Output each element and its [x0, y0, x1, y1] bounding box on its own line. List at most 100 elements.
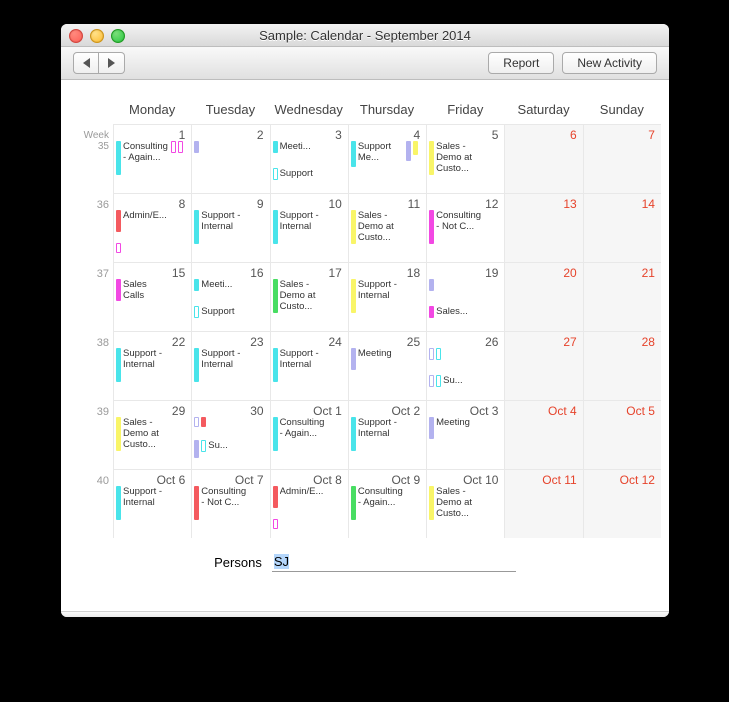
day-cell[interactable]: 18Support - Internal — [348, 262, 426, 331]
calendar-event[interactable]: Consulting - Again... — [351, 486, 404, 520]
calendar-event[interactable] — [406, 141, 411, 161]
day-cell[interactable]: 20 — [504, 262, 582, 331]
day-cell[interactable]: 8Admin/E... — [113, 193, 191, 262]
day-cell[interactable]: 29Sales - Demo at Custo... — [113, 400, 191, 469]
calendar-event[interactable]: Consulting - Not C... — [429, 210, 482, 244]
day-cell[interactable]: 22Support - Internal — [113, 331, 191, 400]
day-cell[interactable]: 19Sales... — [426, 262, 504, 331]
calendar-event[interactable] — [194, 440, 199, 458]
calendar-event[interactable]: Support - Internal — [273, 348, 326, 382]
calendar-event[interactable]: Support - Internal — [351, 417, 404, 451]
calendar-event[interactable] — [429, 375, 434, 387]
next-button[interactable] — [99, 52, 125, 74]
calendar-event[interactable]: Consulting - Not C... — [194, 486, 247, 520]
report-button[interactable]: Report — [488, 52, 554, 74]
calendar-event[interactable]: Support - Internal — [116, 348, 169, 382]
day-cell[interactable]: 26Su... — [426, 331, 504, 400]
calendar-event[interactable]: Meeti... — [194, 279, 232, 291]
calendar-event[interactable]: Sales... — [429, 306, 468, 318]
calendar-event[interactable]: Consulting - Again... — [116, 141, 169, 175]
day-cell[interactable]: Oct 2Support - Internal — [348, 400, 426, 469]
day-cell[interactable]: 27 — [504, 331, 582, 400]
event-color-bar — [406, 141, 411, 161]
calendar-event[interactable] — [273, 519, 278, 529]
day-cell[interactable]: 2 — [191, 124, 269, 193]
calendar-event[interactable]: Support Me... — [351, 141, 404, 167]
calendar-event[interactable] — [194, 141, 199, 153]
day-cell[interactable]: 6 — [504, 124, 582, 193]
day-cell[interactable]: Oct 5 — [583, 400, 661, 469]
calendar-event[interactable]: Meeting — [351, 348, 392, 370]
day-cell[interactable]: 12Consulting - Not C... — [426, 193, 504, 262]
event-color-bar — [413, 141, 418, 155]
prev-button[interactable] — [73, 52, 99, 74]
day-cell[interactable]: Oct 7Consulting - Not C... — [191, 469, 269, 538]
event-color-bar — [273, 519, 278, 529]
day-cell[interactable]: 17Sales - Demo at Custo... — [270, 262, 348, 331]
day-cell[interactable]: Oct 6Support - Internal — [113, 469, 191, 538]
calendar-event[interactable] — [178, 141, 183, 153]
day-cell[interactable]: 16Meeti...Support — [191, 262, 269, 331]
calendar-event[interactable]: Meeti... — [273, 141, 311, 153]
calendar-event[interactable]: Consulting - Again... — [273, 417, 326, 451]
calendar-event[interactable]: Admin/E... — [273, 486, 324, 508]
calendar-event[interactable]: Meeting — [429, 417, 470, 439]
calendar-event[interactable]: Su... — [436, 375, 463, 387]
calendar-event[interactable]: Sales - Demo at Custo... — [273, 279, 326, 313]
calendar-event[interactable]: Sales - Demo at Custo... — [429, 141, 482, 175]
day-cell[interactable]: 30Su... — [191, 400, 269, 469]
calendar-event[interactable]: Support — [273, 168, 313, 180]
day-cell[interactable]: 28 — [583, 331, 661, 400]
calendar-event[interactable] — [116, 243, 121, 253]
calendar-event[interactable]: Sales - Demo at Custo... — [351, 210, 404, 244]
close-icon[interactable] — [69, 29, 83, 43]
day-cell[interactable]: Oct 1Consulting - Again... — [270, 400, 348, 469]
day-cell[interactable]: 7 — [583, 124, 661, 193]
day-cell[interactable]: 13 — [504, 193, 582, 262]
day-cell[interactable]: 10Support - Internal — [270, 193, 348, 262]
day-cell[interactable]: 21 — [583, 262, 661, 331]
day-cell[interactable]: 14 — [583, 193, 661, 262]
event-label: Consulting - Not C... — [436, 210, 482, 232]
calendar-event[interactable]: Sales - Demo at Custo... — [116, 417, 169, 451]
calendar-event[interactable] — [429, 279, 434, 291]
window-resize-grip[interactable] — [61, 611, 669, 617]
day-cell[interactable]: 24Support - Internal — [270, 331, 348, 400]
new-activity-button[interactable]: New Activity — [562, 52, 657, 74]
day-cell[interactable]: 9Support - Internal — [191, 193, 269, 262]
calendar-event[interactable] — [171, 141, 176, 153]
calendar-event[interactable]: Support - Internal — [194, 210, 247, 244]
day-cell[interactable]: 11Sales - Demo at Custo... — [348, 193, 426, 262]
day-cell[interactable]: 25Meeting — [348, 331, 426, 400]
day-cell[interactable]: Oct 8Admin/E... — [270, 469, 348, 538]
calendar-event[interactable] — [413, 141, 418, 155]
persons-input[interactable] — [272, 552, 516, 572]
calendar-event[interactable] — [436, 348, 441, 360]
day-cell[interactable]: 23Support - Internal — [191, 331, 269, 400]
calendar-event[interactable]: Su... — [201, 440, 228, 452]
day-cell[interactable]: 1Consulting - Again... — [113, 124, 191, 193]
day-cell[interactable]: Oct 11 — [504, 469, 582, 538]
day-cell[interactable]: Oct 12 — [583, 469, 661, 538]
calendar-event[interactable]: Support - Internal — [273, 210, 326, 244]
calendar-event[interactable]: Sales - Demo at Custo... — [429, 486, 482, 520]
zoom-icon[interactable] — [111, 29, 125, 43]
calendar-event[interactable] — [201, 417, 206, 427]
calendar-event[interactable] — [429, 348, 434, 360]
calendar-event[interactable] — [194, 417, 199, 427]
calendar-event[interactable]: Support - Internal — [194, 348, 247, 382]
day-cell[interactable]: Oct 9Consulting - Again... — [348, 469, 426, 538]
day-cell[interactable]: 5Sales - Demo at Custo... — [426, 124, 504, 193]
day-cell[interactable]: 15Sales Calls — [113, 262, 191, 331]
day-cell[interactable]: Oct 4 — [504, 400, 582, 469]
day-cell[interactable]: Oct 10Sales - Demo at Custo... — [426, 469, 504, 538]
minimize-icon[interactable] — [90, 29, 104, 43]
day-cell[interactable]: 4Support Me... — [348, 124, 426, 193]
calendar-event[interactable]: Support — [194, 306, 234, 318]
day-cell[interactable]: 3Meeti...Support — [270, 124, 348, 193]
calendar-event[interactable]: Admin/E... — [116, 210, 167, 232]
calendar-event[interactable]: Sales Calls — [116, 279, 169, 301]
calendar-event[interactable]: Support - Internal — [351, 279, 404, 313]
day-cell[interactable]: Oct 3Meeting — [426, 400, 504, 469]
calendar-event[interactable]: Support - Internal — [116, 486, 169, 520]
